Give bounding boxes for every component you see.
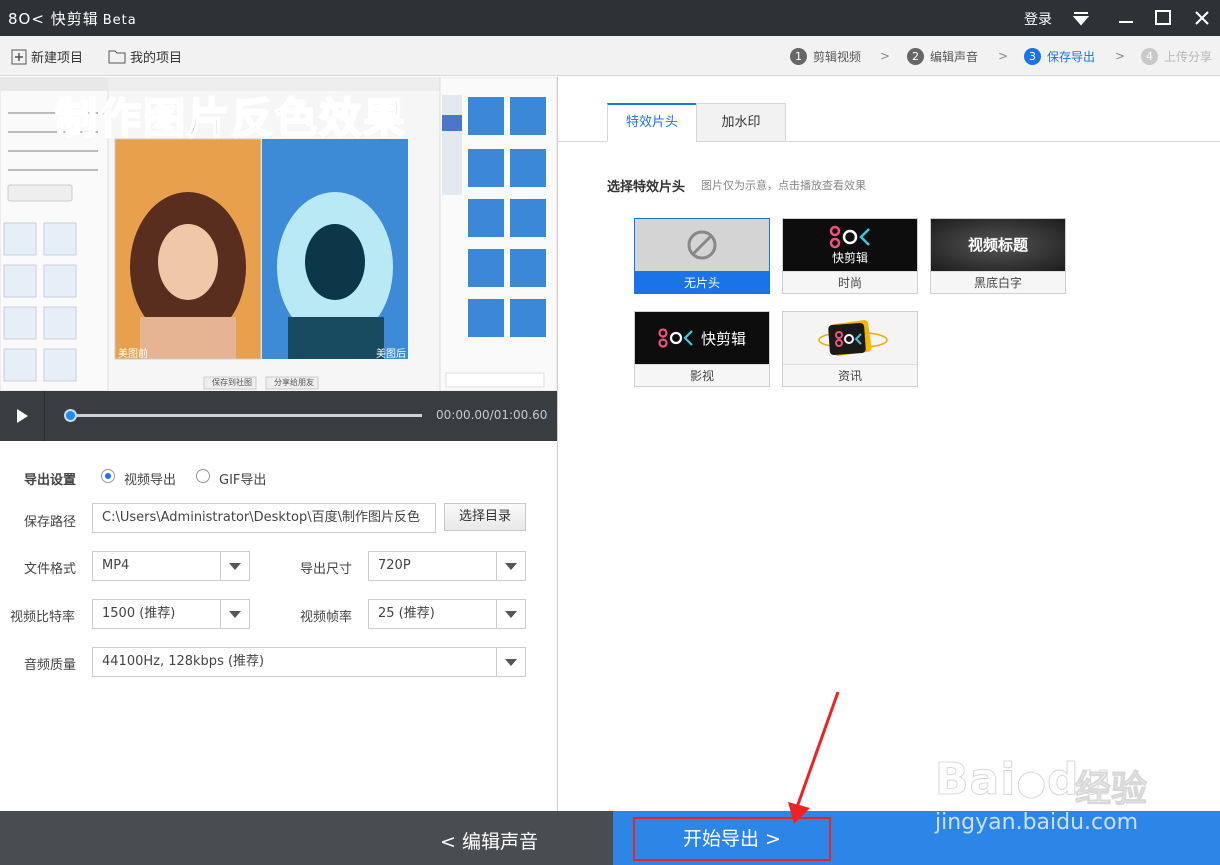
logo-mark-icon: 8O<: [8, 10, 45, 28]
new-project-button[interactable]: 新建项目: [11, 47, 83, 66]
video-preview[interactable]: 制作图片反色效果 美图前 美图后 保存到社图 分享给朋友: [0, 77, 557, 391]
intro-card-none[interactable]: 无片头: [634, 218, 770, 294]
audio-quality-select[interactable]: 44100Hz, 128kbps (推荐): [92, 647, 526, 677]
app-logo: 8O< 快剪辑 Beta: [8, 10, 137, 28]
player-controls: 00:00.00/01:00.60: [0, 391, 557, 441]
menu-dropdown-icon[interactable]: [1071, 8, 1091, 28]
intro-thumb: [783, 312, 917, 364]
toolbar: 新建项目 我的项目 1 剪辑视频 > 2 编辑声音 > 3 保存导出 > 4 上传分享: [0, 36, 1220, 76]
radio-gif-label: GIF导出: [219, 473, 267, 488]
intro-thumb: [635, 219, 769, 271]
export-size-select[interactable]: 720P: [368, 551, 526, 581]
paw-icon: ●: [1016, 763, 1047, 804]
chevron-down-icon[interactable]: [220, 600, 249, 628]
intro-card-news[interactable]: 资讯: [782, 311, 918, 387]
progress-knob[interactable]: [64, 409, 77, 422]
no-entry-icon: [687, 230, 717, 260]
chevron-down-icon[interactable]: [496, 648, 525, 676]
chevron-down-icon[interactable]: [496, 552, 525, 580]
baidu-watermark: Bai●du 经验 jingyan.baidu.com: [934, 754, 1148, 836]
my-projects-button[interactable]: 我的项目: [108, 47, 182, 66]
tab-intro-effects[interactable]: 特效片头: [607, 103, 697, 142]
thumb-text: 视频标题: [967, 236, 1028, 254]
play-icon: [17, 409, 28, 423]
thumb-text: 快剪辑: [831, 251, 868, 265]
minimize-icon[interactable]: [1116, 8, 1136, 28]
intro-card-fashion[interactable]: 快剪辑 时尚: [782, 218, 918, 294]
chevron-down-icon[interactable]: [220, 552, 249, 580]
time-display: 00:00.00/01:00.60: [436, 408, 548, 422]
tab-bar: 特效片头 加水印: [558, 77, 1220, 142]
title-bar: 8O< 快剪辑 Beta 登录: [0, 0, 1220, 36]
preview-title: 制作图片反色效果: [55, 93, 408, 144]
preview-save-button: 保存到社图: [212, 378, 252, 387]
video-fps-select[interactable]: 25 (推荐): [368, 599, 526, 629]
radio-video-export[interactable]: [101, 469, 115, 483]
close-icon[interactable]: [1192, 8, 1212, 28]
file-format-select[interactable]: MP4: [92, 551, 250, 581]
chevron-right-icon: >: [1115, 49, 1126, 63]
intro-card-black-white[interactable]: 视频标题 黑底白字: [930, 218, 1066, 294]
progress-track[interactable]: [66, 414, 422, 417]
choose-directory-button[interactable]: 选择目录: [444, 503, 526, 531]
login-button[interactable]: 登录: [1024, 9, 1052, 29]
audio-quality-label: 音频质量: [24, 658, 77, 673]
video-bitrate-label: 视频比特率: [10, 610, 76, 625]
video-bitrate-select[interactable]: 1500 (推荐): [92, 599, 250, 629]
after-tag: 美图后: [376, 349, 406, 360]
save-path-label: 保存路径: [24, 515, 77, 530]
chevron-right-icon: >: [880, 49, 891, 63]
intro-card-film[interactable]: 快剪辑 影视: [634, 311, 770, 387]
export-size-label: 导出尺寸: [300, 562, 353, 577]
plus-box-icon: [11, 49, 27, 64]
export-settings: 导出设置 视频导出 GIF导出 保存路径 C:\Users\Administra…: [0, 441, 557, 811]
news-logo-icon: [818, 320, 888, 356]
radio-gif-export[interactable]: [196, 469, 210, 483]
annotation-arrow-icon: [788, 691, 840, 824]
intro-subtitle: 图片仅为示意，点击播放查看效果: [701, 179, 866, 192]
radio-video-label: 视频导出: [124, 473, 177, 488]
step-edit-video[interactable]: 1 剪辑视频: [790, 46, 861, 66]
export-settings-label: 导出设置: [24, 473, 77, 488]
step-save-export[interactable]: 3 保存导出: [1024, 46, 1095, 66]
tab-watermark[interactable]: 加水印: [696, 103, 786, 142]
file-format-label: 文件格式: [24, 562, 77, 577]
play-button[interactable]: [0, 391, 45, 441]
chevron-right-icon: >: [759, 828, 781, 850]
intro-title: 选择特效片头: [607, 180, 686, 195]
chevron-down-icon[interactable]: [496, 600, 525, 628]
preview-share-button: 分享给朋友: [274, 378, 314, 387]
before-tag: 美图前: [118, 349, 148, 360]
step-upload-share[interactable]: 4 上传分享: [1141, 46, 1212, 66]
save-path-input[interactable]: C:\Users\Administrator\Desktop\百度\制作图片反色: [92, 503, 436, 533]
step-edit-audio[interactable]: 2 编辑声音: [907, 46, 978, 66]
back-edit-audio-button[interactable]: < 编辑声音: [440, 827, 538, 854]
video-fps-label: 视频帧率: [300, 610, 353, 625]
chevron-left-icon: <: [440, 831, 462, 853]
folder-icon: [108, 50, 126, 64]
maximize-icon[interactable]: [1153, 8, 1173, 28]
effects-pane: 特效片头 加水印 选择特效片头 图片仅为示意，点击播放查看效果 无片头 快剪辑 …: [558, 77, 1220, 811]
thumb-text: 快剪辑: [701, 330, 747, 348]
chevron-right-icon: >: [998, 49, 1009, 63]
